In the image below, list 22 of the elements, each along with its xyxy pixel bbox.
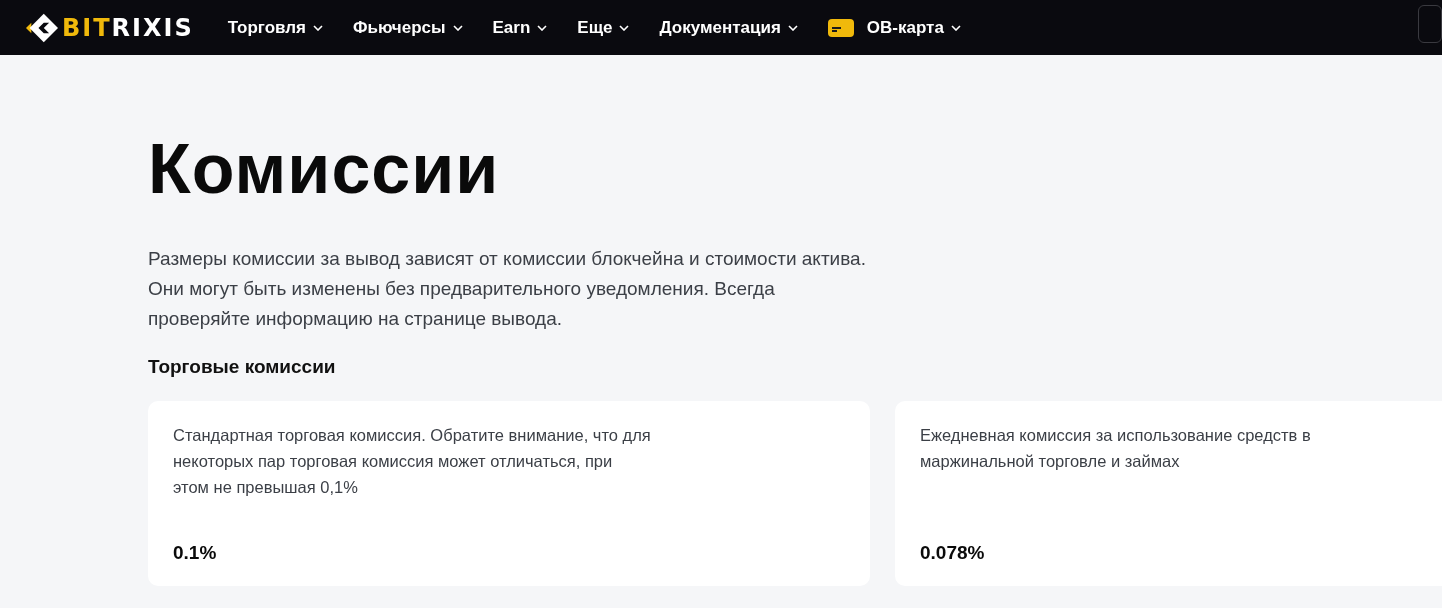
- fee-value: 0.1%: [173, 542, 218, 564]
- chevron-down-icon: [537, 24, 548, 31]
- fee-description: Стандартная торговая комиссия. Обратите внимание, что для некоторых пар торговая комиссия может отличаться, при этом не превышая 0,1%: [173, 425, 652, 498]
- nav-menu-item[interactable]: Фьючерсы: [353, 17, 463, 38]
- nav-menu-item[interactable]: OB-карта: [827, 17, 961, 38]
- chevron-down-icon: [313, 24, 323, 31]
- chevron-down-icon: [452, 24, 463, 31]
- page-title: Комиссии: [148, 134, 501, 204]
- nav-menu-item[interactable]: Earn: [492, 17, 548, 38]
- nav-menu-item[interactable]: Еще: [577, 17, 630, 38]
- logo-text[interactable]: BITRIXIS: [62, 13, 194, 42]
- nav-menu-item[interactable]: Торговля: [227, 17, 323, 38]
- fee-description: Ежедневная комиссия за использование средств в маржинальной торговле и займах: [920, 425, 1312, 472]
- bank-card-icon: [827, 18, 854, 37]
- nav-menu-item[interactable]: Документация: [659, 17, 798, 38]
- fee-value: 0.078%: [920, 542, 986, 564]
- intro-paragraph: Размеры комиссии за вывод зависят от комиссии блокчейна и стоимости актива. Они могут быть изменены без предварительного уведомления. Всегда проверяйте информацию на странице вывода.: [148, 247, 867, 331]
- section-title: Торговые комиссии: [148, 355, 337, 379]
- chevron-down-icon: [950, 24, 961, 31]
- chevron-down-icon: [619, 24, 630, 31]
- chevron-down-icon: [787, 24, 798, 31]
- header-button[interactable]: [1418, 5, 1442, 43]
